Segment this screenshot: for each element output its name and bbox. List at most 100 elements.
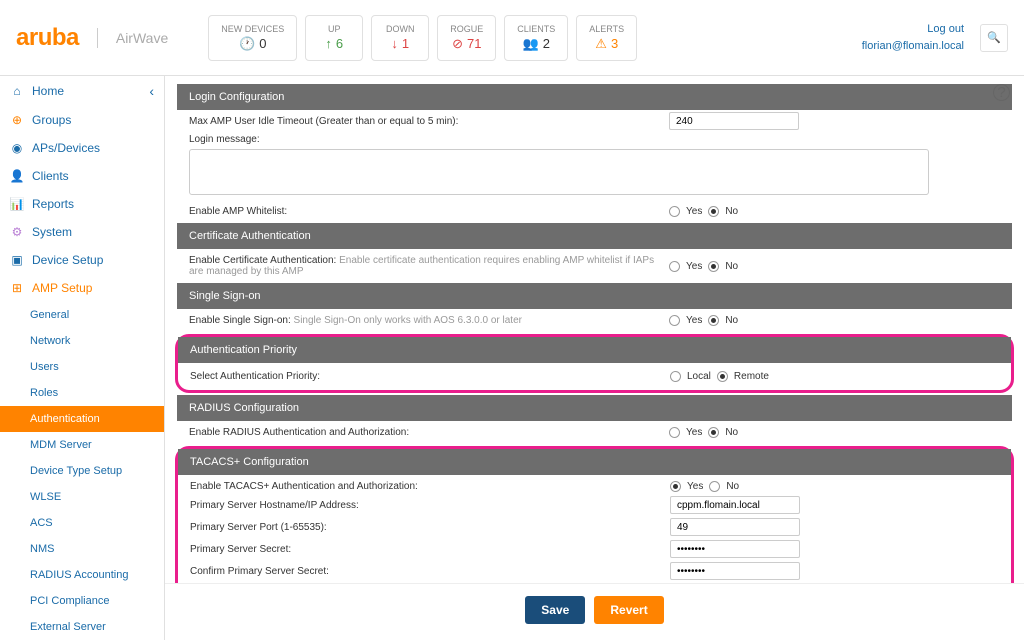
amp-icon: ⊞: [10, 281, 24, 295]
whitelist-no-radio[interactable]: [708, 206, 719, 217]
sidebar: ⌂ Home ‹ ⊕Groups ◉ APs/Devices 👤Clients 📊…: [0, 76, 165, 640]
section-tacacs: TACACS+ Configuration: [178, 449, 1011, 475]
stat-label: ALERTS: [589, 24, 624, 34]
no-entry-icon: ⊘: [452, 36, 463, 52]
users-icon: 👥: [523, 36, 539, 52]
primary-port-input[interactable]: [670, 518, 800, 536]
device-icon: ◉: [10, 141, 24, 155]
login-message-label: Login message:: [189, 134, 669, 145]
revert-button[interactable]: Revert: [594, 596, 663, 624]
primary-port-label: Primary Server Port (1-65535):: [190, 522, 670, 533]
footer-buttons: Save Revert: [165, 583, 1024, 640]
divider: [97, 28, 98, 48]
sidebar-item-label: Groups: [32, 113, 71, 127]
sidebar-item-label: System: [32, 225, 72, 239]
idle-timeout-label: Max AMP User Idle Timeout (Greater than …: [189, 116, 669, 127]
sidebar-item-home[interactable]: ⌂ Home ‹: [0, 76, 164, 106]
sidebar-item-system[interactable]: ⚙ System: [0, 218, 164, 246]
tacacs-yes-radio[interactable]: [670, 481, 681, 492]
sidebar-item-amp-setup[interactable]: ⊞ AMP Setup: [0, 274, 164, 302]
sso-no-radio[interactable]: [708, 315, 719, 326]
idle-timeout-input[interactable]: [669, 112, 799, 130]
sidebar-item-label: APs/Devices: [32, 141, 100, 155]
sidebar-sub-pci[interactable]: PCI Compliance: [0, 588, 164, 614]
sidebar-sub-acs[interactable]: ACS: [0, 510, 164, 536]
logout-link[interactable]: Log out: [862, 21, 964, 38]
stat-clients[interactable]: CLIENTS 👥2: [504, 15, 568, 61]
user-email[interactable]: florian@flomain.local: [862, 38, 964, 55]
sidebar-sub-device-type[interactable]: Device Type Setup: [0, 458, 164, 484]
sidebar-item-label: Clients: [32, 169, 69, 183]
stat-label: NEW DEVICES: [221, 24, 284, 34]
main-panel: ? Login Configuration Max AMP User Idle …: [165, 76, 1024, 640]
confirm-primary-secret-input[interactable]: [670, 562, 800, 580]
radius-no-radio[interactable]: [708, 427, 719, 438]
help-icon[interactable]: ?: [993, 84, 1010, 101]
stat-alerts[interactable]: ALERTS ⚠3: [576, 15, 637, 61]
auth-priority-label: Select Authentication Priority:: [190, 371, 670, 382]
stat-new-devices[interactable]: NEW DEVICES 🕐0: [208, 15, 297, 61]
top-header: aruba AirWave NEW DEVICES 🕐0 UP ↑6 DOWN …: [0, 0, 1024, 76]
primary-host-input[interactable]: [670, 496, 800, 514]
product-name: AirWave: [116, 30, 168, 46]
section-auth-priority: Authentication Priority: [178, 337, 1011, 363]
save-button[interactable]: Save: [525, 596, 585, 624]
sidebar-sub-wlse[interactable]: WLSE: [0, 484, 164, 510]
search-icon: 🔍: [987, 31, 1001, 44]
stat-label: ROGUE: [450, 24, 483, 34]
user-area: Log out florian@flomain.local: [862, 21, 964, 54]
sidebar-item-label: Home: [32, 84, 64, 98]
confirm-primary-secret-label: Confirm Primary Server Secret:: [190, 566, 670, 577]
cert-auth-label: Enable Certificate Authentication: Enabl…: [189, 255, 669, 277]
sidebar-sub-roles[interactable]: Roles: [0, 380, 164, 406]
sidebar-item-device-setup[interactable]: ▣Device Setup: [0, 246, 164, 274]
sidebar-item-reports[interactable]: 📊Reports: [0, 190, 164, 218]
chevron-left-icon[interactable]: ‹: [149, 83, 154, 99]
sidebar-item-groups[interactable]: ⊕Groups: [0, 106, 164, 134]
sidebar-sub-mdm[interactable]: MDM Server: [0, 432, 164, 458]
search-button[interactable]: 🔍: [980, 24, 1008, 52]
sidebar-sub-network[interactable]: Network: [0, 328, 164, 354]
whitelist-yes-radio[interactable]: [669, 206, 680, 217]
cert-no-radio[interactable]: [708, 261, 719, 272]
sidebar-item-aps[interactable]: ◉ APs/Devices: [0, 134, 164, 162]
primary-secret-label: Primary Server Secret:: [190, 544, 670, 555]
sso-yes-radio[interactable]: [669, 315, 680, 326]
gear-icon: ⚙: [10, 225, 24, 239]
sidebar-item-clients[interactable]: 👤Clients: [0, 162, 164, 190]
section-cert-auth: Certificate Authentication: [177, 223, 1012, 249]
stat-up[interactable]: UP ↑6: [305, 15, 363, 61]
tacacs-no-radio[interactable]: [709, 481, 720, 492]
stat-label: DOWN: [384, 24, 416, 34]
stat-label: CLIENTS: [517, 24, 555, 34]
priority-local-radio[interactable]: [670, 371, 681, 382]
priority-remote-radio[interactable]: [717, 371, 728, 382]
alert-icon: ⚠: [595, 36, 607, 52]
section-radius: RADIUS Configuration: [177, 395, 1012, 421]
stat-down[interactable]: DOWN ↓1: [371, 15, 429, 61]
highlight-auth-priority: Authentication Priority Select Authentic…: [175, 334, 1014, 393]
sidebar-sub-general[interactable]: General: [0, 302, 164, 328]
arrow-up-icon: ↑: [325, 36, 332, 51]
sidebar-sub-external[interactable]: External Server: [0, 614, 164, 640]
sso-label: Enable Single Sign-on: Single Sign-On on…: [189, 315, 669, 326]
stat-rogue[interactable]: ROGUE ⊘71: [437, 15, 496, 61]
sidebar-sub-users[interactable]: Users: [0, 354, 164, 380]
stats-row: NEW DEVICES 🕐0 UP ↑6 DOWN ↓1 ROGUE ⊘71 C…: [208, 15, 637, 61]
enable-whitelist-label: Enable AMP Whitelist:: [189, 206, 669, 217]
radius-enable-label: Enable RADIUS Authentication and Authori…: [189, 427, 669, 438]
sidebar-sub-radius-acct[interactable]: RADIUS Accounting: [0, 562, 164, 588]
radius-yes-radio[interactable]: [669, 427, 680, 438]
cert-yes-radio[interactable]: [669, 261, 680, 272]
sidebar-item-label: Reports: [32, 197, 74, 211]
sidebar-sub-nms[interactable]: NMS: [0, 536, 164, 562]
sidebar-sub-authentication[interactable]: Authentication: [0, 406, 164, 432]
primary-secret-input[interactable]: [670, 540, 800, 558]
arrow-down-icon: ↓: [391, 36, 398, 51]
sidebar-item-label: Device Setup: [32, 253, 103, 267]
section-login-config: Login Configuration: [177, 84, 1012, 110]
stat-label: UP: [318, 24, 350, 34]
sidebar-item-label: AMP Setup: [32, 281, 92, 295]
login-message-textarea[interactable]: [189, 149, 929, 195]
home-icon: ⌂: [10, 84, 24, 98]
